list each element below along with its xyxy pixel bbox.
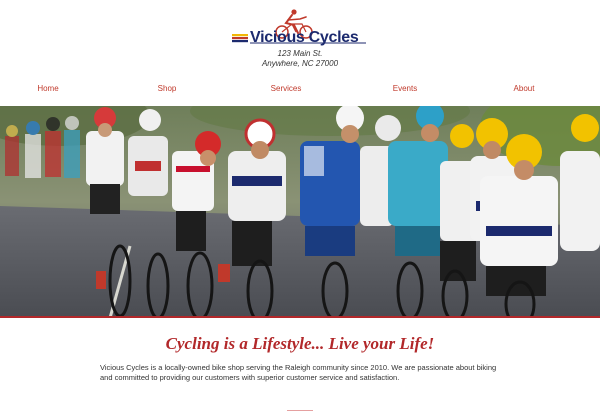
brand-name: Vicious Cycles (250, 29, 359, 46)
tagline: Cycling is a Lifestyle... Live your Life… (165, 334, 435, 353)
address: 123 Main St. Anywhere, NC 27000 (0, 49, 600, 69)
nav-shop[interactable]: Shop (158, 84, 177, 93)
main-nav: Home Shop Services Events About (0, 84, 600, 96)
nav-about[interactable]: About (514, 84, 535, 93)
nav-events[interactable]: Events (393, 84, 417, 93)
address-line-2: Anywhere, NC 27000 (261, 59, 339, 68)
site-header: Vicious Cycles 123 Main St. Anywhere, NC… (0, 0, 600, 78)
divider (287, 410, 313, 411)
address-line-1: 123 Main St. (277, 49, 323, 58)
nav-services[interactable]: Services (271, 84, 302, 93)
peloton-photo (0, 106, 600, 316)
nav-home[interactable]: Home (37, 84, 58, 93)
hero-image (0, 106, 600, 318)
intro-paragraph: Vicious Cycles is a locally-owned bike s… (100, 363, 497, 382)
logo[interactable]: Vicious Cycles (232, 8, 372, 48)
